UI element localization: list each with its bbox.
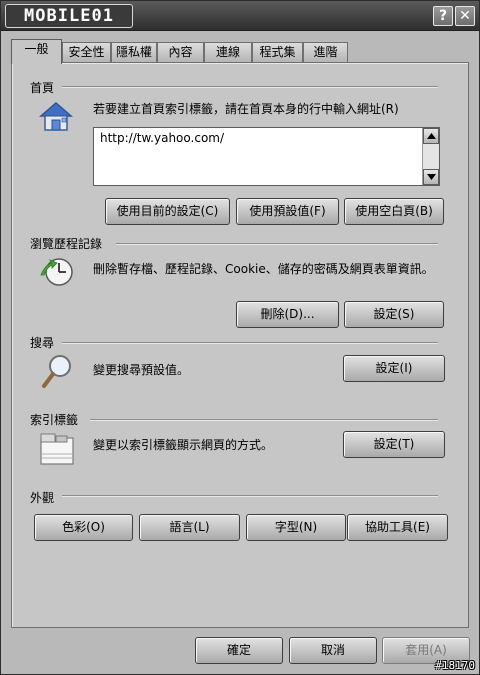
tab-connections[interactable]: 連線 bbox=[204, 42, 252, 63]
home-url-textarea[interactable]: http://tw.yahoo.com/ bbox=[93, 127, 440, 186]
internet-options-window: MOBILE01 ? ✕ 一般 安全性 隱私權 內容 連線 程式集 進階 首頁 … bbox=[0, 0, 480, 675]
history-settings-button[interactable]: 設定(S) bbox=[344, 301, 444, 328]
home-divider bbox=[62, 86, 438, 88]
home-section-title: 首頁 bbox=[30, 81, 55, 95]
use-blank-button[interactable]: 使用空白頁(B) bbox=[344, 198, 444, 225]
tab-advanced[interactable]: 進階 bbox=[303, 42, 348, 63]
site-logo: MOBILE01 bbox=[5, 4, 133, 28]
search-settings-button[interactable]: 設定(I) bbox=[343, 355, 445, 382]
history-description: 刪除暫存檔、歷程記錄、Cookie、儲存的密碼及網頁表單資訊。 bbox=[93, 262, 434, 276]
delete-history-button[interactable]: 刪除(D)... bbox=[236, 301, 339, 328]
arrow-down-icon bbox=[427, 174, 436, 180]
tabbed-window-icon bbox=[40, 433, 74, 465]
title-bar[interactable]: MOBILE01 ? ✕ bbox=[1, 1, 479, 31]
close-button[interactable]: ✕ bbox=[455, 6, 475, 26]
help-button[interactable]: ? bbox=[433, 6, 453, 26]
use-current-button[interactable]: 使用目前的設定(C) bbox=[105, 198, 230, 225]
tabs-divider bbox=[90, 419, 438, 421]
home-description: 若要建立首頁索引標籤，請在首頁本身的行中輸入網址(R) bbox=[93, 102, 399, 116]
history-section-title: 瀏覽歷程記錄 bbox=[30, 237, 103, 251]
tab-security[interactable]: 安全性 bbox=[62, 42, 111, 63]
tab-privacy[interactable]: 隱私權 bbox=[111, 42, 157, 63]
scroll-up-button[interactable] bbox=[423, 128, 439, 144]
url-scrollbar[interactable] bbox=[422, 128, 439, 185]
languages-button[interactable]: 語言(L) bbox=[139, 514, 240, 541]
search-divider bbox=[62, 342, 438, 344]
arrow-up-icon bbox=[427, 133, 436, 139]
history-clock-icon bbox=[40, 258, 73, 286]
accessibility-button[interactable]: 協助工具(E) bbox=[347, 514, 448, 541]
search-section-title: 搜尋 bbox=[30, 336, 55, 350]
tabs-settings-button[interactable]: 設定(T) bbox=[343, 431, 445, 458]
fonts-button[interactable]: 字型(N) bbox=[246, 514, 346, 541]
use-default-button[interactable]: 使用預設值(F) bbox=[236, 198, 339, 225]
history-divider bbox=[116, 243, 438, 245]
tabs-description: 變更以索引標籤顯示網頁的方式。 bbox=[93, 438, 274, 452]
tab-content[interactable]: 內容 bbox=[157, 42, 204, 63]
general-tab-panel: 首頁 若要建立首頁索引標籤，請在首頁本身的行中輸入網址(R) http://tw… bbox=[11, 62, 469, 628]
close-icon: ✕ bbox=[459, 8, 471, 24]
appearance-divider bbox=[62, 495, 438, 497]
home-icon bbox=[39, 102, 73, 131]
home-url-value: http://tw.yahoo.com/ bbox=[100, 131, 225, 145]
colors-button[interactable]: 色彩(O) bbox=[34, 514, 133, 541]
ok-button[interactable]: 確定 bbox=[195, 637, 283, 664]
tab-programs[interactable]: 程式集 bbox=[252, 42, 303, 63]
appearance-section-title: 外觀 bbox=[30, 491, 55, 505]
search-description: 變更搜尋預設值。 bbox=[93, 363, 190, 377]
cancel-button[interactable]: 取消 bbox=[289, 637, 377, 664]
magnifier-icon bbox=[42, 355, 71, 388]
tab-general[interactable]: 一般 bbox=[11, 39, 62, 64]
watermark: #18170 bbox=[435, 659, 475, 672]
tabs-section-title: 索引標籤 bbox=[30, 413, 79, 427]
scroll-down-button[interactable] bbox=[423, 169, 439, 185]
